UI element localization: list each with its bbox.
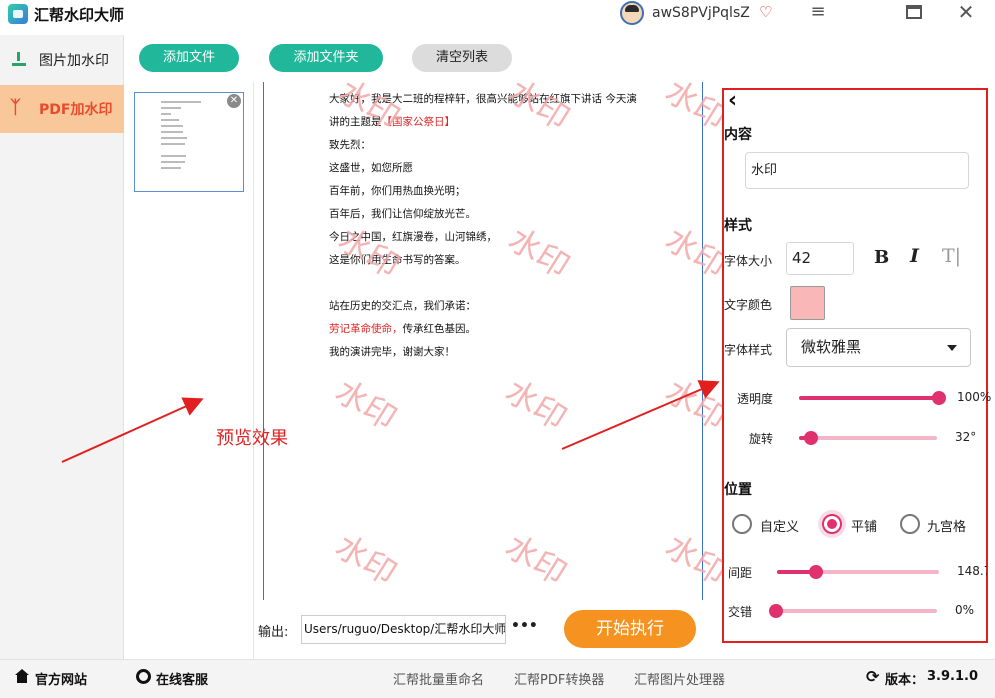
browse-output-button[interactable]: ••• <box>511 618 538 634</box>
spacing-value: 148.75 <box>957 564 987 578</box>
slider-thumb[interactable] <box>932 391 946 405</box>
online-support-link[interactable]: 在线客服 <box>156 669 208 688</box>
opacity-slider[interactable] <box>799 391 946 405</box>
font-style-select[interactable]: 微软雅黑 <box>786 328 971 367</box>
slider-thumb[interactable] <box>808 565 823 579</box>
output-label: 输出: <box>258 625 289 640</box>
footer-link-pdf-converter[interactable]: 汇帮PDF转换器 <box>514 669 604 688</box>
spacing-label: 间距 <box>728 566 753 580</box>
slider-fill <box>799 396 939 400</box>
font-color-swatch[interactable] <box>790 286 825 320</box>
spacing-slider[interactable] <box>777 565 939 579</box>
position-radio-tile[interactable] <box>822 514 842 534</box>
bold-button[interactable]: B <box>874 247 889 268</box>
position-radio-custom[interactable] <box>732 514 752 534</box>
rotation-label: 旋转 <box>749 432 774 446</box>
position-radio-grid[interactable] <box>900 514 920 534</box>
content-section-title: 内容 <box>724 127 752 143</box>
back-icon[interactable]: ‹ <box>728 88 737 113</box>
opacity-label: 透明度 <box>737 392 774 406</box>
stagger-label: 交错 <box>728 605 753 619</box>
headset-icon[interactable] <box>136 669 151 684</box>
refresh-icon[interactable]: ⟳ <box>866 667 879 686</box>
font-color-label: 文字颜色 <box>724 298 773 312</box>
home-icon[interactable] <box>14 669 30 683</box>
version-label: 版本： <box>885 673 925 688</box>
rotation-value: 32° <box>955 430 977 444</box>
position-option-label[interactable]: 平铺 <box>851 516 877 535</box>
font-size-input[interactable]: 42 <box>786 242 854 275</box>
stagger-slider[interactable] <box>769 604 937 618</box>
official-site-link[interactable]: 官方网站 <box>35 669 87 688</box>
stagger-value: 0% <box>955 603 975 617</box>
watermark-text-input[interactable]: 水印 <box>745 152 969 189</box>
footer-link-image-processor[interactable]: 汇帮图片处理器 <box>634 669 725 688</box>
position-option-label[interactable]: 九宫格 <box>927 516 966 535</box>
opacity-value: 100% <box>957 390 992 404</box>
style-section-title: 样式 <box>724 218 752 234</box>
rotation-slider[interactable] <box>799 431 937 445</box>
slider-thumb[interactable] <box>769 604 783 618</box>
start-button[interactable]: 开始执行 <box>564 610 696 648</box>
status-bar: 官方网站 在线客服 汇帮批量重命名 汇帮PDF转换器 汇帮图片处理器 ⟳ 版本：… <box>0 659 995 698</box>
annotation-arrow-left <box>61 397 204 463</box>
preview-effect-annotation: 预览效果 <box>216 428 288 449</box>
position-option-label[interactable]: 自定义 <box>760 516 799 535</box>
font-style-label: 字体样式 <box>724 343 773 357</box>
font-size-label: 字体大小 <box>724 254 773 268</box>
text-type-button[interactable]: T| <box>942 245 961 267</box>
italic-button[interactable]: I <box>910 245 919 267</box>
output-path-field[interactable]: Users/ruguo/Desktop/汇帮水印大师 <box>301 615 506 644</box>
position-section-title: 位置 <box>724 482 752 498</box>
annotation-arrow-right <box>561 380 720 450</box>
version-value: 3.9.1.0 <box>927 669 978 684</box>
font-style-value: 微软雅黑 <box>801 338 862 356</box>
chevron-down-icon <box>947 345 957 351</box>
footer-link-rename[interactable]: 汇帮批量重命名 <box>393 669 484 688</box>
